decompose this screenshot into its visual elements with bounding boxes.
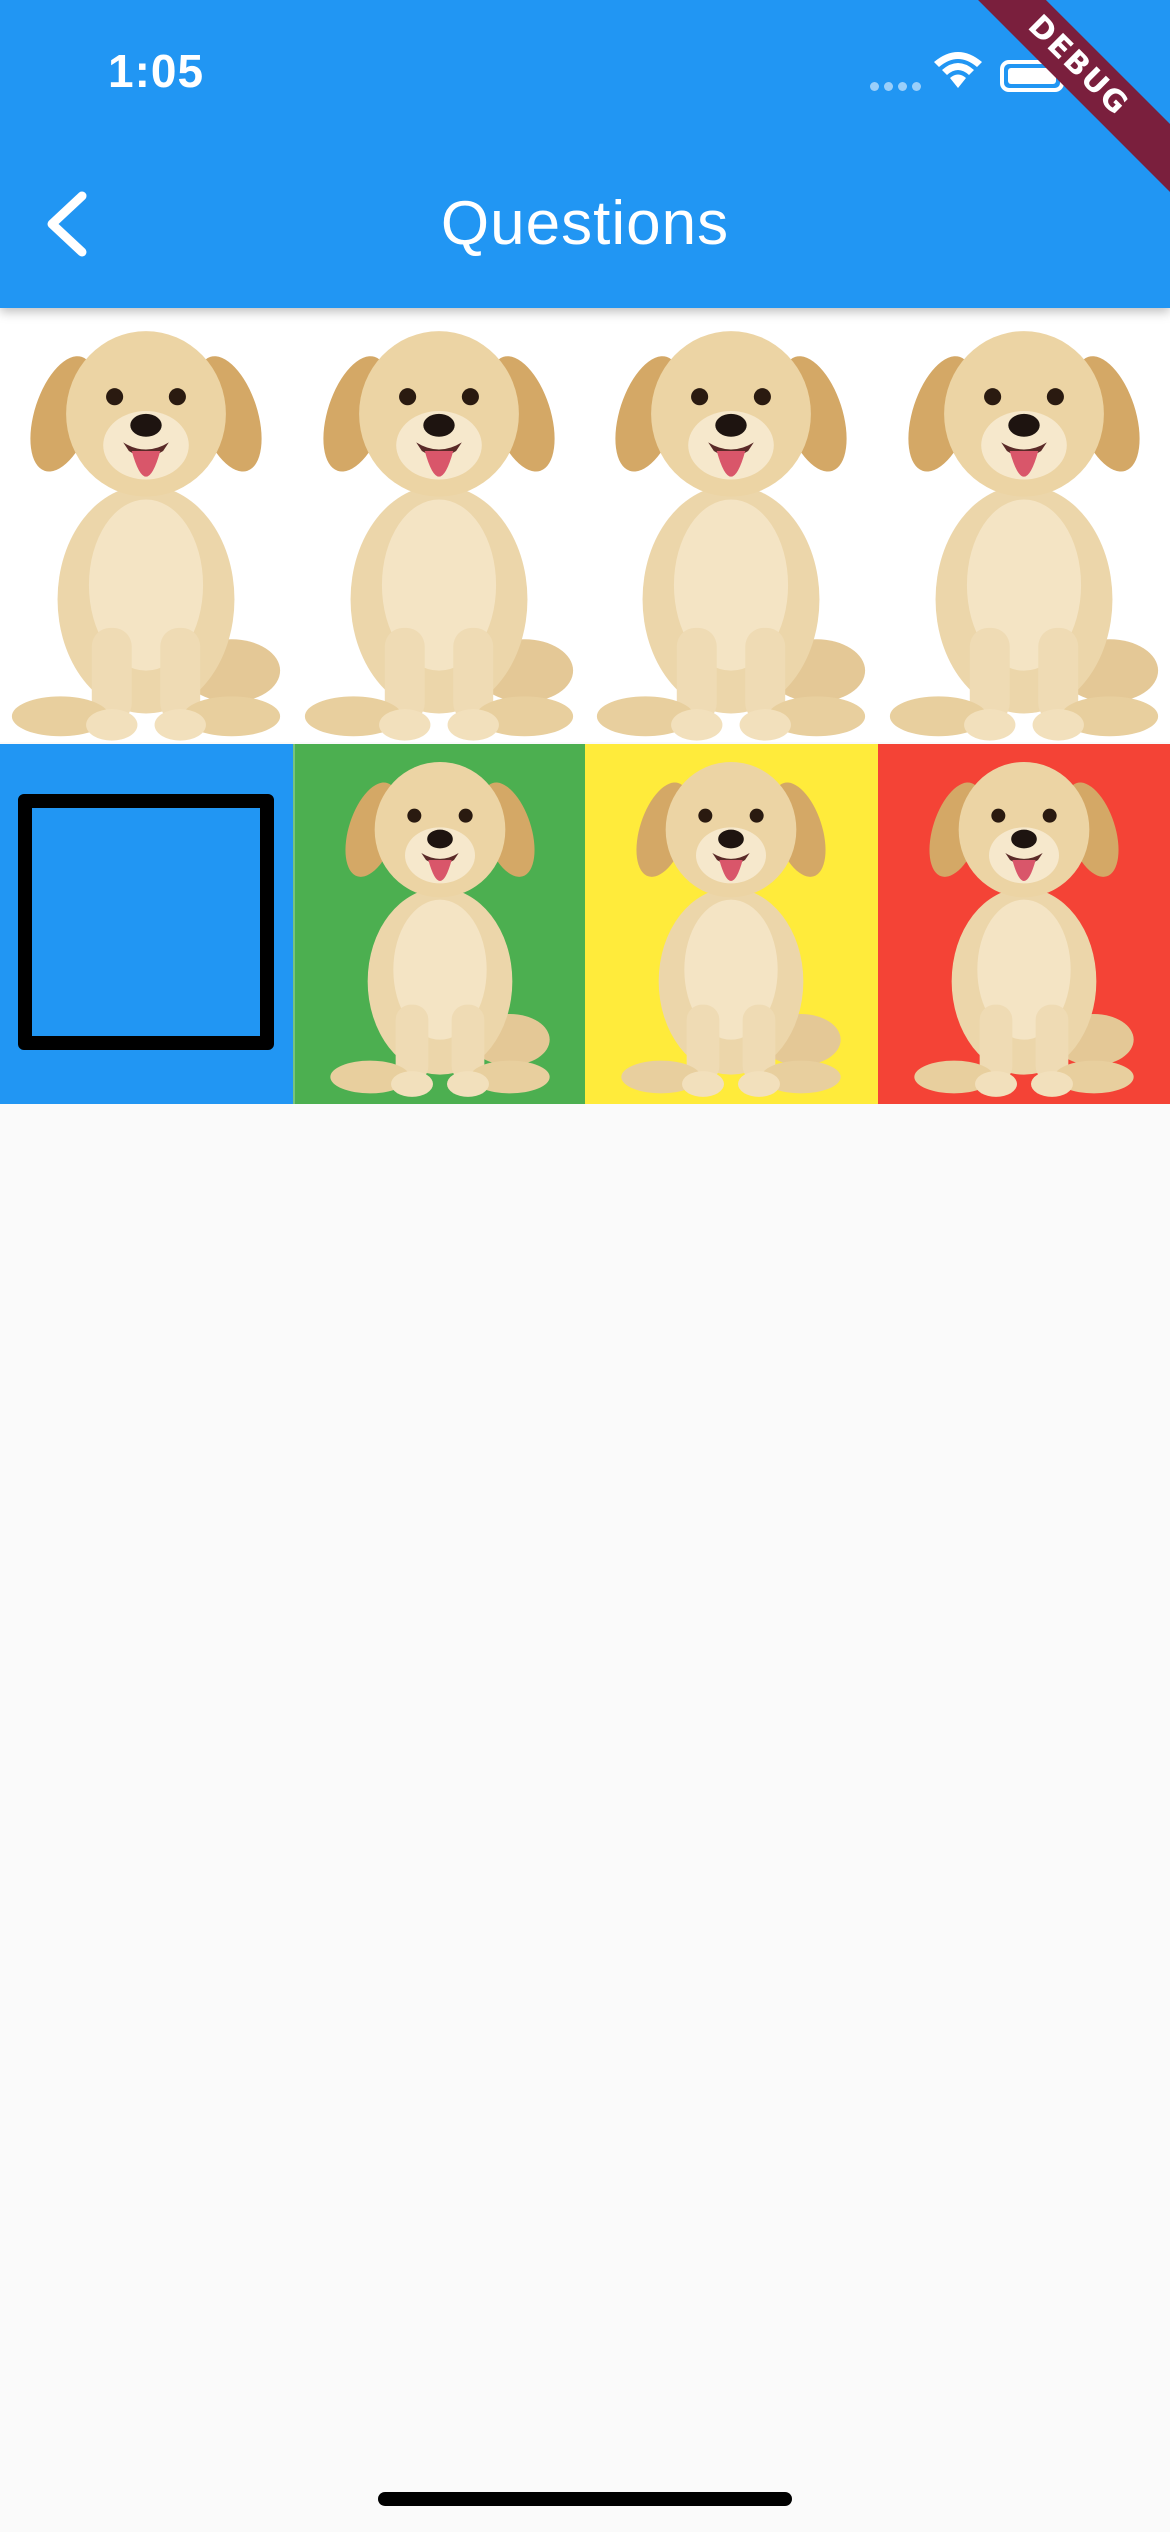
wifi-icon — [934, 52, 982, 88]
home-indicator[interactable] — [378, 2492, 792, 2506]
status-time: 1:05 — [108, 45, 205, 97]
draggable-dog-4[interactable] — [877, 308, 1170, 742]
dog-icon — [1, 314, 291, 742]
dog-icon — [879, 314, 1169, 742]
dog-icon — [613, 748, 849, 1098]
dog-icon — [906, 748, 1142, 1098]
target-tile-yellow[interactable] — [585, 744, 878, 1104]
draggable-dog-2[interactable] — [292, 308, 585, 742]
target-tile-red[interactable] — [877, 744, 1170, 1104]
target-tile-blue[interactable] — [0, 744, 293, 1104]
draggable-row — [0, 308, 1170, 742]
app-bar: 1:05 Questions — [0, 0, 1170, 308]
screen: 1:05 Questions DEBUG — [0, 0, 1170, 2532]
draggable-dog-3[interactable] — [585, 308, 878, 742]
dog-icon — [322, 748, 558, 1098]
page-title: Questions — [440, 189, 730, 258]
empty-drop-target[interactable] — [18, 794, 274, 1050]
dog-icon — [586, 314, 876, 742]
target-row — [0, 744, 1170, 1104]
draggable-dog-1[interactable] — [0, 308, 293, 742]
dog-icon — [294, 314, 584, 742]
cellular-signal-icon — [870, 78, 926, 96]
target-tile-green[interactable] — [292, 744, 585, 1104]
